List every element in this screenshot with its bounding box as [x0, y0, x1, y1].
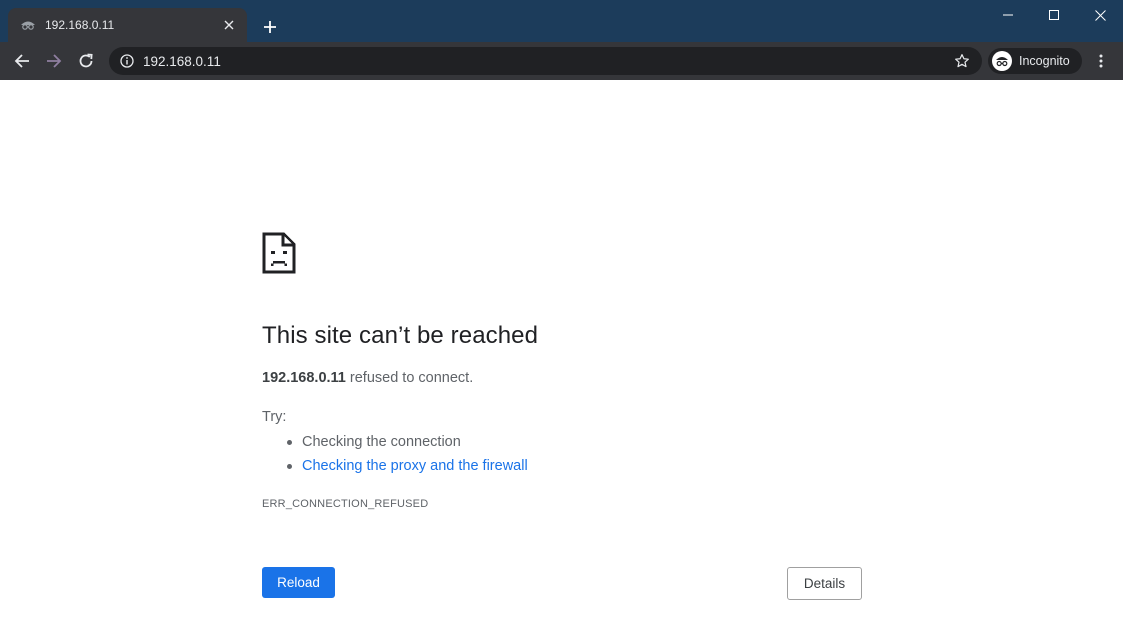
- suggestions-list: Checking the connection Checking the pro…: [262, 432, 528, 480]
- error-message: refused to connect.: [345, 370, 474, 386]
- error-host: 192.168.0.11: [262, 370, 346, 386]
- reload-button[interactable]: [72, 47, 100, 75]
- incognito-profile-button[interactable]: Incognito: [988, 48, 1082, 74]
- details-button[interactable]: Details: [787, 567, 862, 600]
- browser-tab[interactable]: 192.168.0.11: [8, 8, 247, 42]
- title-bar: 192.168.0.11: [0, 0, 1123, 42]
- incognito-avatar-icon: [992, 51, 1012, 71]
- info-icon[interactable]: [119, 53, 135, 69]
- address-url[interactable]: 192.168.0.11: [143, 54, 952, 69]
- forward-button[interactable]: [40, 47, 68, 75]
- error-code: ERR_CONNECTION_REFUSED: [262, 498, 429, 510]
- new-tab-button[interactable]: [258, 15, 282, 39]
- tab-title: 192.168.0.11: [45, 18, 115, 32]
- suggestion-check-connection: Checking the connection: [262, 432, 528, 456]
- kebab-menu-icon[interactable]: [1090, 50, 1112, 72]
- browser-toolbar: 192.168.0.11 Incognito: [0, 42, 1123, 80]
- incognito-label: Incognito: [1019, 54, 1070, 68]
- arrow-right-icon: [47, 54, 62, 68]
- star-icon[interactable]: [952, 51, 972, 71]
- error-page: This site can’t be reached 192.168.0.11 …: [262, 80, 862, 627]
- back-button[interactable]: [8, 47, 36, 75]
- maximize-button[interactable]: [1031, 0, 1077, 30]
- try-label: Try:: [262, 409, 287, 425]
- error-title: This site can’t be reached: [262, 322, 539, 349]
- address-bar[interactable]: 192.168.0.11: [109, 47, 982, 75]
- suggestion-check-proxy-firewall[interactable]: Checking the proxy and the firewall: [262, 456, 528, 480]
- error-summary: 192.168.0.11 refused to connect.: [262, 370, 473, 386]
- arrow-left-icon: [14, 54, 29, 68]
- minimize-button[interactable]: [985, 0, 1031, 30]
- sad-page-icon: [262, 232, 296, 274]
- close-tab-icon[interactable]: [221, 17, 237, 33]
- reload-icon: [79, 53, 93, 68]
- close-window-button[interactable]: [1077, 0, 1123, 30]
- incognito-icon: [20, 17, 36, 33]
- reload-page-button[interactable]: Reload: [262, 567, 335, 598]
